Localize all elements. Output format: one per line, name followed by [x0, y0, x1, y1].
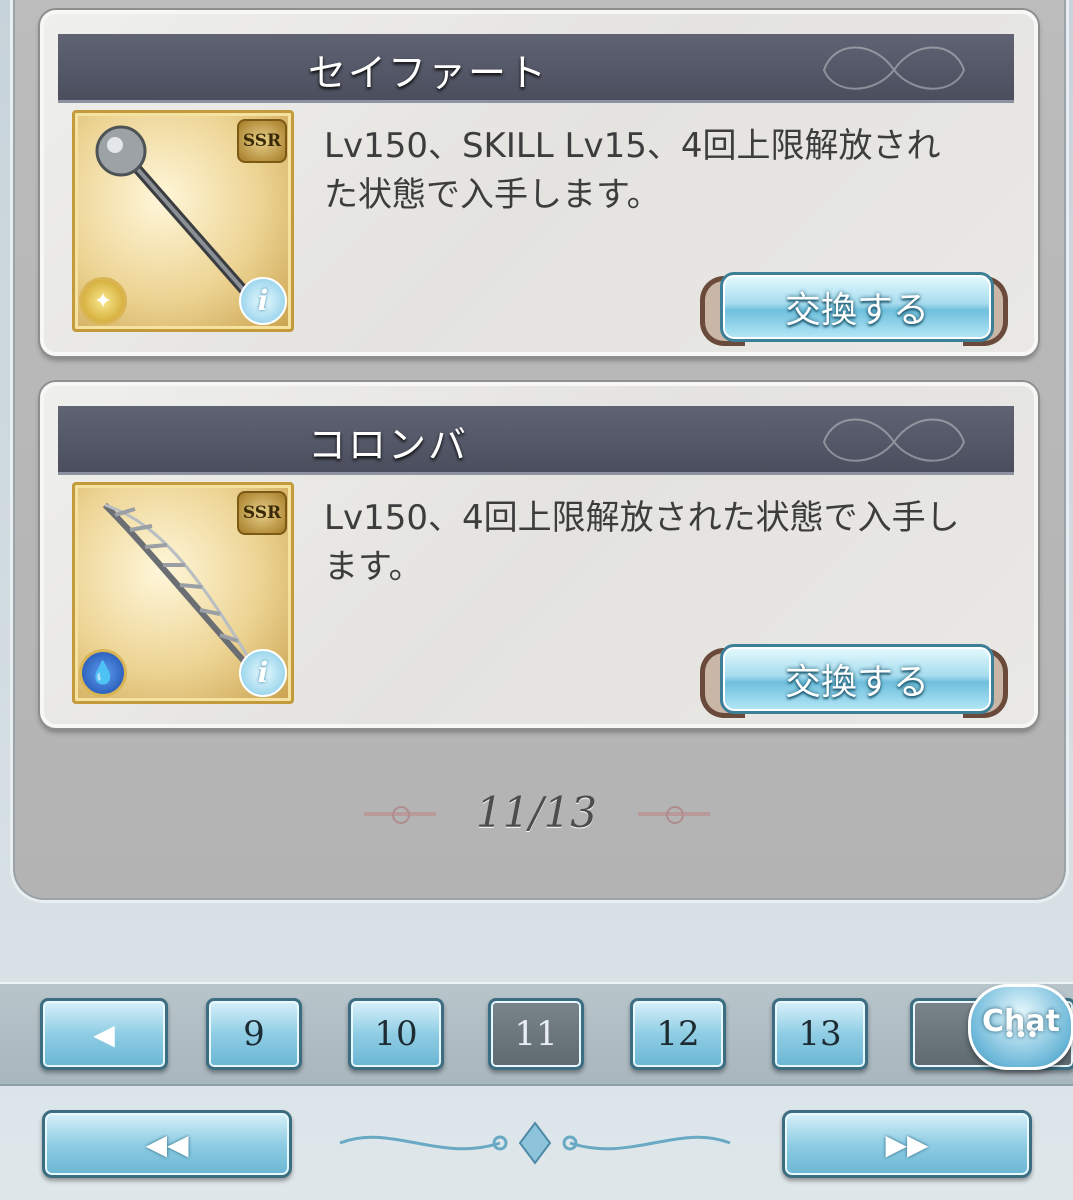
exchange-button-label: 交換する: [784, 662, 929, 703]
chat-button[interactable]: Chat •••: [968, 984, 1073, 1070]
ssr-rarity-badge: SSR: [237, 491, 287, 535]
first-page-button[interactable]: ◀◀: [42, 1110, 292, 1178]
item-title-bar: コロンバ: [58, 406, 1014, 475]
butterfly-ornament-icon: [822, 46, 966, 90]
water-element-icon: 💧: [79, 649, 127, 697]
info-icon[interactable]: i: [239, 649, 287, 697]
pagination-bar: ◀ 9 10 11 12 13: [0, 982, 1073, 1086]
item-description: Lv150、4回上限解放された状態で入手します。: [324, 498, 960, 587]
exchange-button[interactable]: 交換する: [700, 258, 1008, 348]
exchange-button-body[interactable]: 交換する: [720, 272, 994, 342]
butterfly-ornament-icon: [822, 418, 966, 462]
page-button-9[interactable]: 9: [206, 998, 302, 1070]
item-name: コロンバ: [308, 423, 469, 467]
page-button-10[interactable]: 10: [348, 998, 444, 1070]
info-icon[interactable]: i: [239, 277, 287, 325]
last-page-button[interactable]: ▶▶: [782, 1110, 1032, 1178]
page-button-13[interactable]: 13: [772, 998, 868, 1070]
item-name: セイファート: [308, 51, 549, 95]
light-element-icon: ✦: [79, 277, 127, 325]
item-thumbnail[interactable]: SSR 💧 i: [72, 482, 294, 704]
prev-page-button[interactable]: ◀: [40, 998, 168, 1070]
ssr-rarity-badge: SSR: [237, 119, 287, 163]
scroll-ornament-icon: [339, 1121, 731, 1165]
exchange-button-body[interactable]: 交換する: [720, 644, 994, 714]
page-indicator: 11/13: [475, 788, 598, 837]
item-title-bar: セイファート: [58, 34, 1014, 103]
exchange-item-card: セイファート SSR ✦ i Lv150、SKILL Lv15、4回上限解放され…: [40, 10, 1038, 356]
item-description: Lv150、SKILL Lv15、4回上限解放された状態で入手します。: [324, 126, 941, 215]
chat-dots-icon: •••: [1003, 1025, 1039, 1046]
item-thumbnail[interactable]: SSR ✦ i: [72, 110, 294, 332]
exchange-button-label: 交換する: [784, 290, 929, 331]
exchange-button[interactable]: 交換する: [700, 630, 1008, 720]
page-button-12[interactable]: 12: [630, 998, 726, 1070]
exchange-item-card: コロンバ SSR 💧 i Lv150、4回上限解放された状態で入手します。 交換…: [40, 382, 1038, 728]
page-button-11-current[interactable]: 11: [488, 998, 584, 1070]
